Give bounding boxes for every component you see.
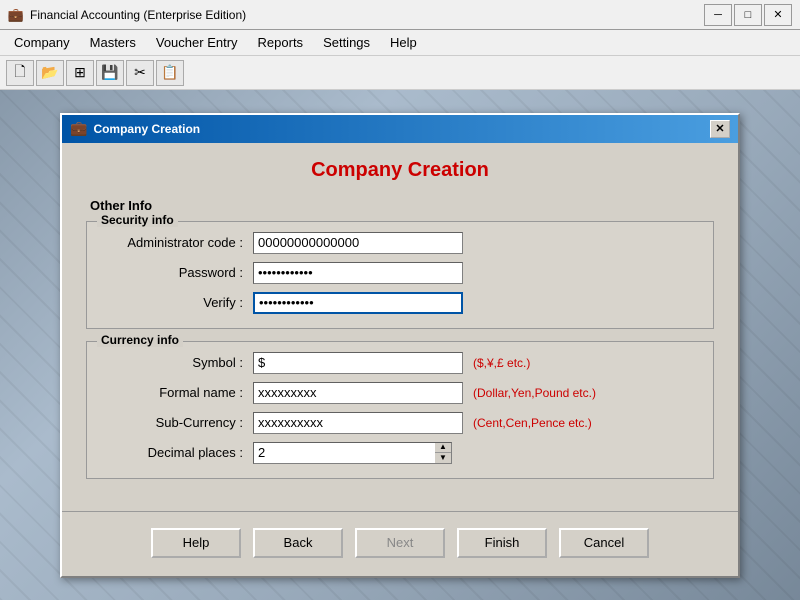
symbol-hint: ($,¥,£ etc.) (473, 356, 530, 370)
modal-overlay: 💼 Company Creation ✕ Company Creation Ot… (0, 90, 800, 600)
symbol-row: Symbol : ($,¥,£ etc.) (103, 352, 697, 374)
company-creation-dialog: 💼 Company Creation ✕ Company Creation Ot… (60, 113, 740, 578)
verify-label: Verify : (103, 295, 253, 310)
minimize-button[interactable]: ─ (704, 4, 732, 26)
admin-code-input[interactable] (253, 232, 463, 254)
title-bar: 💼 Financial Accounting (Enterprise Editi… (0, 0, 800, 30)
toolbar: 🗋 📂 ⊞ 💾 ✂ 📋 (0, 56, 800, 90)
new-button[interactable]: 🗋 (6, 60, 34, 86)
other-info-label: Other Info (86, 198, 714, 213)
sub-currency-input[interactable] (253, 412, 463, 434)
sub-currency-row: Sub-Currency : (Cent,Cen,Pence etc.) (103, 412, 697, 434)
save-button[interactable]: 💾 (96, 60, 124, 86)
decimal-places-label: Decimal places : (103, 445, 253, 460)
window-close-button[interactable]: ✕ (764, 4, 792, 26)
currency-info-title: Currency info (97, 333, 183, 347)
security-info-title: Security info (97, 213, 178, 227)
next-button[interactable]: Next (355, 528, 445, 558)
decimal-places-spinner: ▲ ▼ (253, 442, 452, 464)
paste-button[interactable]: 📋 (156, 60, 184, 86)
menu-help[interactable]: Help (380, 32, 427, 53)
admin-code-row: Administrator code : (103, 232, 697, 254)
symbol-input[interactable] (253, 352, 463, 374)
spinner-buttons: ▲ ▼ (435, 442, 452, 464)
menu-bar: Company Masters Voucher Entry Reports Se… (0, 30, 800, 56)
sub-currency-label: Sub-Currency : (103, 415, 253, 430)
menu-reports[interactable]: Reports (248, 32, 314, 53)
menu-voucher-entry[interactable]: Voucher Entry (146, 32, 248, 53)
security-info-group: Security info Administrator code : Passw… (86, 221, 714, 329)
currency-info-group: Currency info Symbol : ($,¥,£ etc.) Form… (86, 341, 714, 479)
formal-name-hint: (Dollar,Yen,Pound etc.) (473, 386, 596, 400)
verify-row: Verify : (103, 292, 697, 314)
password-row: Password : (103, 262, 697, 284)
background: 💼 Company Creation ✕ Company Creation Ot… (0, 90, 800, 600)
password-label: Password : (103, 265, 253, 280)
formal-name-input[interactable] (253, 382, 463, 404)
dialog-heading: Company Creation (86, 159, 714, 182)
open-button[interactable]: 📂 (36, 60, 64, 86)
decimal-places-input[interactable] (253, 442, 435, 464)
spinner-down-button[interactable]: ▼ (435, 453, 451, 463)
admin-code-label: Administrator code : (103, 235, 253, 250)
app-title: Financial Accounting (Enterprise Edition… (30, 8, 704, 22)
help-button[interactable]: Help (151, 528, 241, 558)
formal-name-label: Formal name : (103, 385, 253, 400)
password-input[interactable] (253, 262, 463, 284)
maximize-button[interactable]: □ (734, 4, 762, 26)
formal-name-row: Formal name : (Dollar,Yen,Pound etc.) (103, 382, 697, 404)
cancel-button[interactable]: Cancel (559, 528, 649, 558)
spinner-up-button[interactable]: ▲ (435, 443, 451, 453)
back-button[interactable]: Back (253, 528, 343, 558)
finish-button[interactable]: Finish (457, 528, 547, 558)
dialog-close-button[interactable]: ✕ (710, 120, 730, 138)
dialog-body: Company Creation Other Info Security inf… (62, 143, 738, 507)
decimal-places-row: Decimal places : ▲ ▼ (103, 442, 697, 464)
menu-masters[interactable]: Masters (80, 32, 146, 53)
verify-input[interactable] (253, 292, 463, 314)
dialog-title: Company Creation (93, 122, 710, 136)
menu-company[interactable]: Company (4, 32, 80, 53)
menu-settings[interactable]: Settings (313, 32, 380, 53)
dialog-footer: Help Back Next Finish Cancel (62, 511, 738, 576)
grid-button[interactable]: ⊞ (66, 60, 94, 86)
dialog-titlebar: 💼 Company Creation ✕ (62, 115, 738, 143)
sub-currency-hint: (Cent,Cen,Pence etc.) (473, 416, 592, 430)
window-controls: ─ □ ✕ (704, 4, 792, 26)
app-icon: 💼 (8, 7, 24, 23)
dialog-icon: 💼 (70, 120, 87, 137)
cut-button[interactable]: ✂ (126, 60, 154, 86)
symbol-label: Symbol : (103, 355, 253, 370)
